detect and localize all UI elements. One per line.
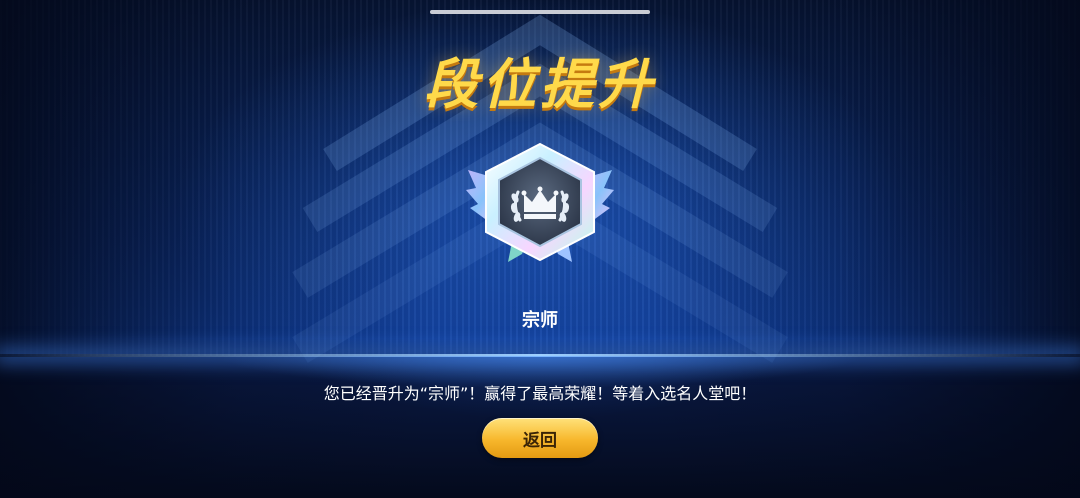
grandmaster-crown-badge-icon (466, 142, 614, 262)
rank-up-screen: 段位提升 宗师 您已经晋升为“宗师”！赢得了最高荣耀！等着入选名人堂吧！ 返回 (0, 0, 1080, 498)
return-button[interactable]: 返回 (482, 418, 598, 458)
promotion-message: 您已经晋升为“宗师”！赢得了最高荣耀！等着入选名人堂吧！ (323, 384, 757, 403)
page-title: 段位提升 (424, 53, 656, 116)
home-indicator[interactable] (430, 10, 650, 14)
rank-name: 宗师 (522, 310, 558, 331)
